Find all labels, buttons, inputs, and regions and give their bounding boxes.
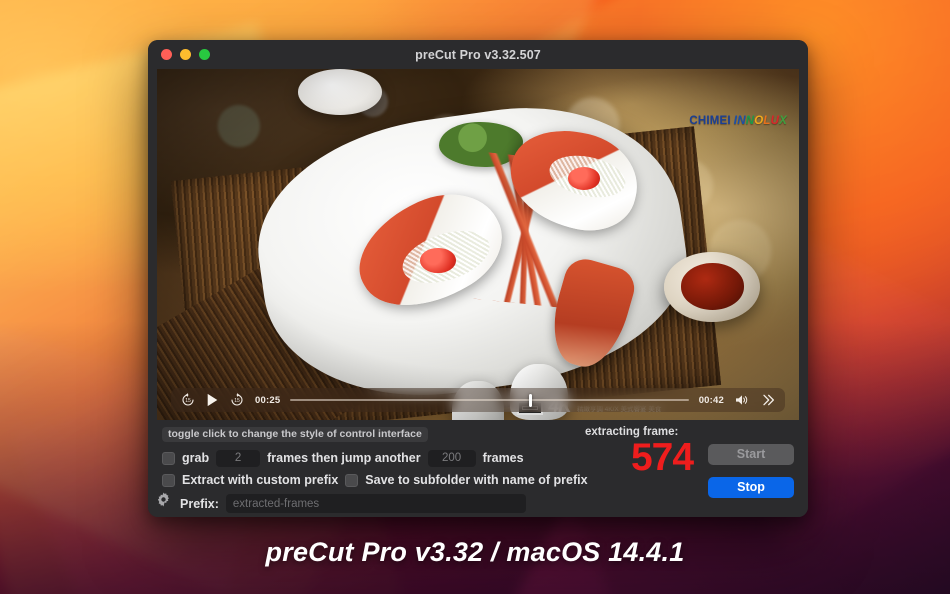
progress-track[interactable]	[290, 393, 689, 407]
grab-checkbox[interactable]	[162, 451, 175, 465]
video-preview[interactable]: CHIMEI INNOLUX 4K 精緻亨調 4K/X 美式饗宴 美食 15 1…	[157, 69, 799, 420]
control-style-hint[interactable]: toggle click to change the style of cont…	[162, 427, 428, 442]
page-caption: preCut Pro v3.32 / macOS 14.4.1	[265, 537, 685, 567]
chimei-innolux-watermark: CHIMEI INNOLUX	[689, 115, 787, 127]
gear-icon[interactable]	[155, 491, 172, 508]
chevron-double-right-icon[interactable]	[760, 392, 776, 408]
prefix-label: Prefix:	[180, 496, 219, 511]
custom-prefix-checkbox[interactable]	[162, 473, 175, 487]
stop-button[interactable]: Stop	[708, 477, 794, 498]
progress-playhead[interactable]	[529, 393, 533, 407]
frames-label: frames	[482, 451, 524, 465]
custom-prefix-label: Extract with custom prefix	[182, 473, 339, 487]
settings-panel: toggle click to change the style of cont…	[148, 420, 808, 517]
forward-15-icon[interactable]: 15	[229, 392, 245, 408]
watermark-letter-x: X	[779, 115, 787, 127]
grab-frames-input[interactable]: 2	[216, 449, 261, 467]
watermark-letter-o: O	[754, 115, 764, 127]
window-titlebar: preCut Pro v3.32.507	[148, 40, 808, 69]
start-button[interactable]: Start	[708, 444, 794, 465]
subfolder-label: Save to subfolder with name of prefix	[365, 473, 588, 487]
current-time-label: 00:25	[255, 394, 281, 406]
watermark-brand: CHIMEI	[689, 115, 731, 127]
watermark-letter-l: L	[763, 115, 771, 127]
svg-text:15: 15	[185, 398, 191, 404]
jump-label: frames then jump another	[267, 451, 421, 465]
frame-number-value: 574	[630, 436, 694, 479]
watermark-letter-u: U	[770, 115, 780, 127]
video-control-bar: 15 15 00:25 00:42	[171, 388, 785, 412]
volume-icon[interactable]	[734, 392, 750, 408]
rewind-15-icon[interactable]: 15	[180, 392, 196, 408]
grab-label: grab	[182, 451, 210, 465]
progress-track-line	[290, 399, 689, 401]
app-window: preCut Pro v3.32.507 CHIMEI INNOLUX 4K 精…	[148, 40, 808, 517]
svg-text:15: 15	[234, 398, 240, 404]
subfolder-checkbox[interactable]	[345, 473, 359, 487]
window-title: preCut Pro v3.32.507	[415, 47, 541, 62]
extraction-status-panel: extracting frame: 574 Start Stop	[583, 424, 798, 517]
total-time-label: 00:42	[698, 394, 724, 406]
prefix-input[interactable]: extracted-frames	[225, 494, 526, 513]
watermark-letter-n1: N	[737, 115, 746, 127]
watermark-letter-n2: N	[745, 115, 755, 127]
jump-frames-input[interactable]: 200	[427, 449, 476, 467]
play-button-icon[interactable]	[206, 393, 219, 407]
